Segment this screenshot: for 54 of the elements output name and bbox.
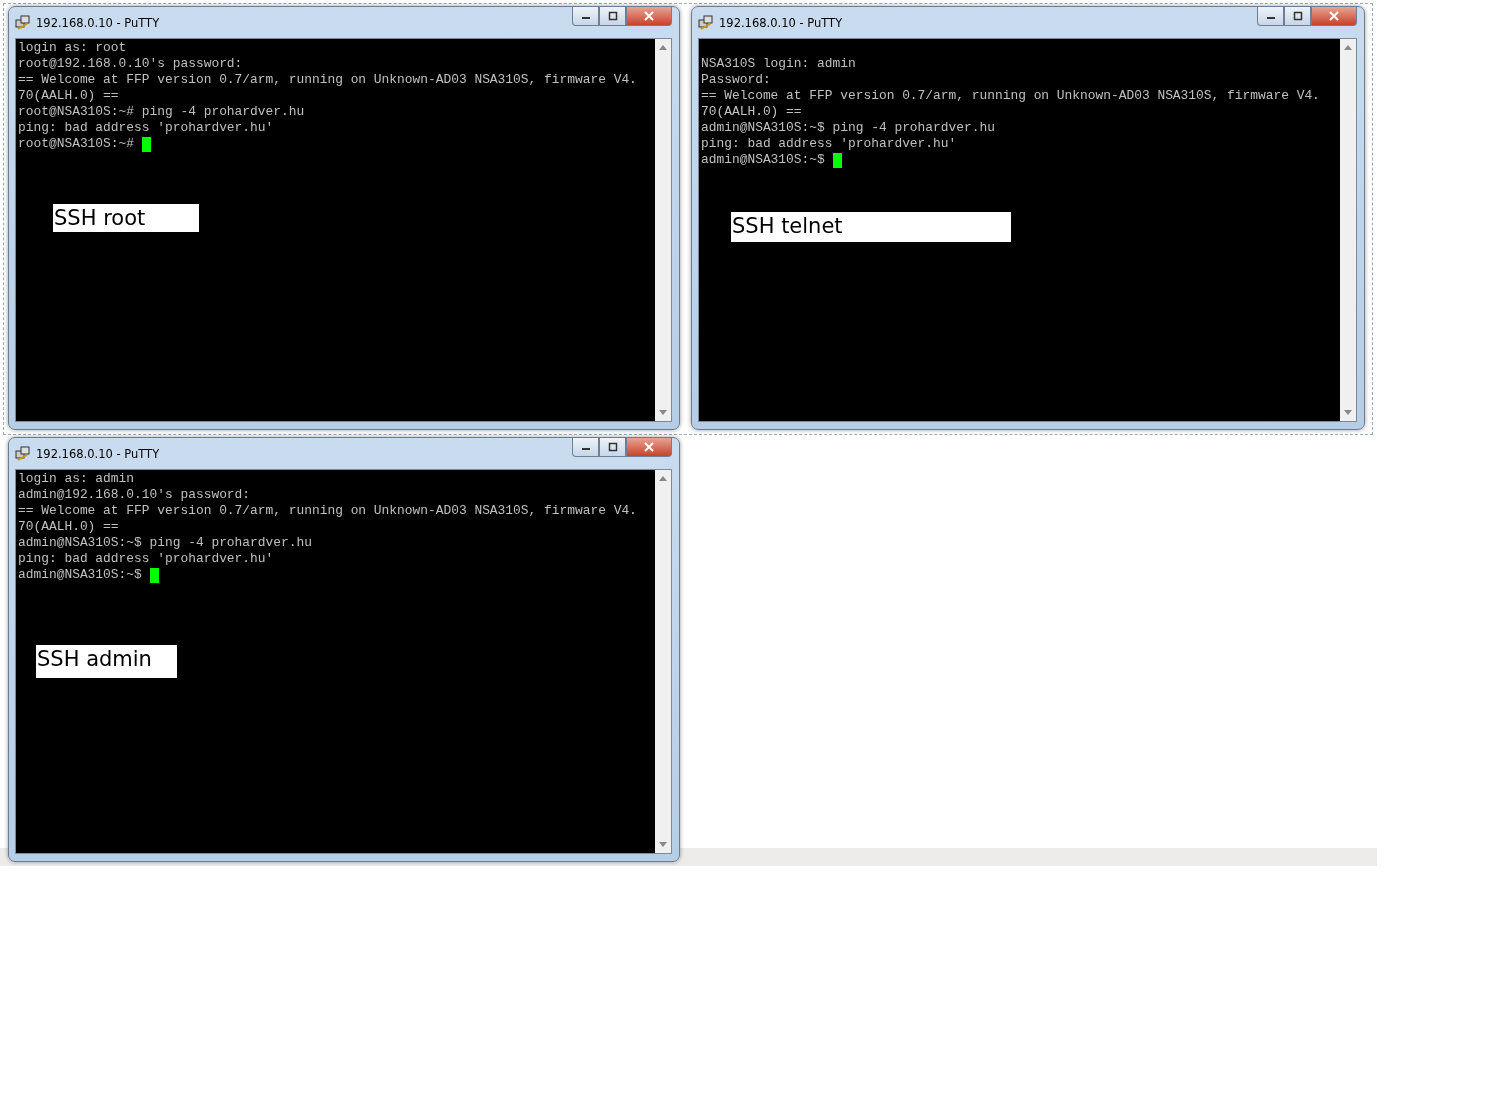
terminal-line: login as: root: [18, 40, 127, 56]
window-title: 192.168.0.10 - PuTTY: [36, 15, 160, 30]
maximize-icon: [607, 442, 618, 452]
maximize-icon: [607, 11, 618, 21]
terminal-line: admin@NSA310S:~$: [18, 567, 143, 583]
computer-icon: [15, 445, 31, 462]
maximize-button[interactable]: [599, 7, 626, 26]
terminal-line: admin@NSA310S:~$ ping -4 prohardver.hu: [701, 120, 995, 136]
scrollbar[interactable]: [655, 39, 671, 421]
caption-label: SSH root: [53, 204, 199, 232]
caption-label: SSH telnet: [731, 212, 1011, 242]
terminal-line: Password:: [701, 72, 771, 88]
terminal-line: admin@NSA310S:~$: [701, 152, 826, 168]
window-title: 192.168.0.10 - PuTTY: [36, 446, 160, 461]
close-button[interactable]: [1311, 7, 1357, 26]
minimize-button[interactable]: [1257, 7, 1284, 26]
close-icon: [1329, 11, 1339, 21]
computer-icon: [698, 14, 714, 31]
close-icon: [644, 442, 654, 452]
terminal-line: ping: bad address 'prohardver.hu': [18, 551, 274, 567]
window-title: 192.168.0.10 - PuTTY: [719, 15, 843, 30]
up-arrow-icon[interactable]: [1344, 45, 1352, 50]
maximize-icon: [1292, 11, 1303, 21]
terminal-line: ping: bad address 'prohardver.hu': [18, 120, 274, 136]
maximize-button[interactable]: [599, 438, 626, 457]
minimize-button[interactable]: [572, 7, 599, 26]
scrollbar[interactable]: [1340, 39, 1356, 421]
close-icon: [644, 11, 654, 21]
terminal-line: ping: bad address 'prohardver.hu': [701, 136, 957, 152]
terminal-line: admin@NSA310S:~$ ping -4 prohardver.hu: [18, 535, 312, 551]
close-button[interactable]: [626, 438, 672, 457]
down-arrow-icon[interactable]: [659, 842, 667, 847]
up-arrow-icon[interactable]: [659, 45, 667, 50]
terminal-line: root@NSA310S:~#: [18, 136, 136, 152]
terminal-line: 70(AALH.0) ==: [18, 519, 119, 535]
terminal-line: == Welcome at FFP version 0.7/arm, running on Unknown-AD03 NSA310S, firmware V4.: [701, 88, 1320, 104]
scrollbar[interactable]: [655, 470, 671, 853]
computer-icon: [15, 14, 31, 31]
terminal-line: == Welcome at FFP version 0.7/arm, running on Unknown-AD03 NSA310S, firmware V4.: [18, 72, 637, 88]
terminal-line: login as: admin: [18, 471, 135, 487]
terminal-line: 70(AALH.0) ==: [701, 104, 802, 120]
terminal-line: admin@192.168.0.10's password:: [18, 487, 251, 503]
down-arrow-icon[interactable]: [1344, 410, 1352, 415]
terminal-line: == Welcome at FFP version 0.7/arm, running on Unknown-AD03 NSA310S, firmware V4.: [18, 503, 637, 519]
maximize-button[interactable]: [1284, 7, 1311, 26]
minimize-button[interactable]: [572, 438, 599, 457]
up-arrow-icon[interactable]: [659, 476, 667, 481]
terminal-line: root@192.168.0.10's password:: [18, 56, 243, 72]
terminal-line: NSA310S login: admin: [701, 56, 856, 72]
terminal-line: 70(AALH.0) ==: [18, 88, 119, 104]
caption-label: SSH admin: [36, 645, 177, 678]
close-button[interactable]: [626, 7, 672, 26]
down-arrow-icon[interactable]: [659, 410, 667, 415]
terminal-line: root@NSA310S:~# ping -4 prohardver.hu: [18, 104, 305, 120]
